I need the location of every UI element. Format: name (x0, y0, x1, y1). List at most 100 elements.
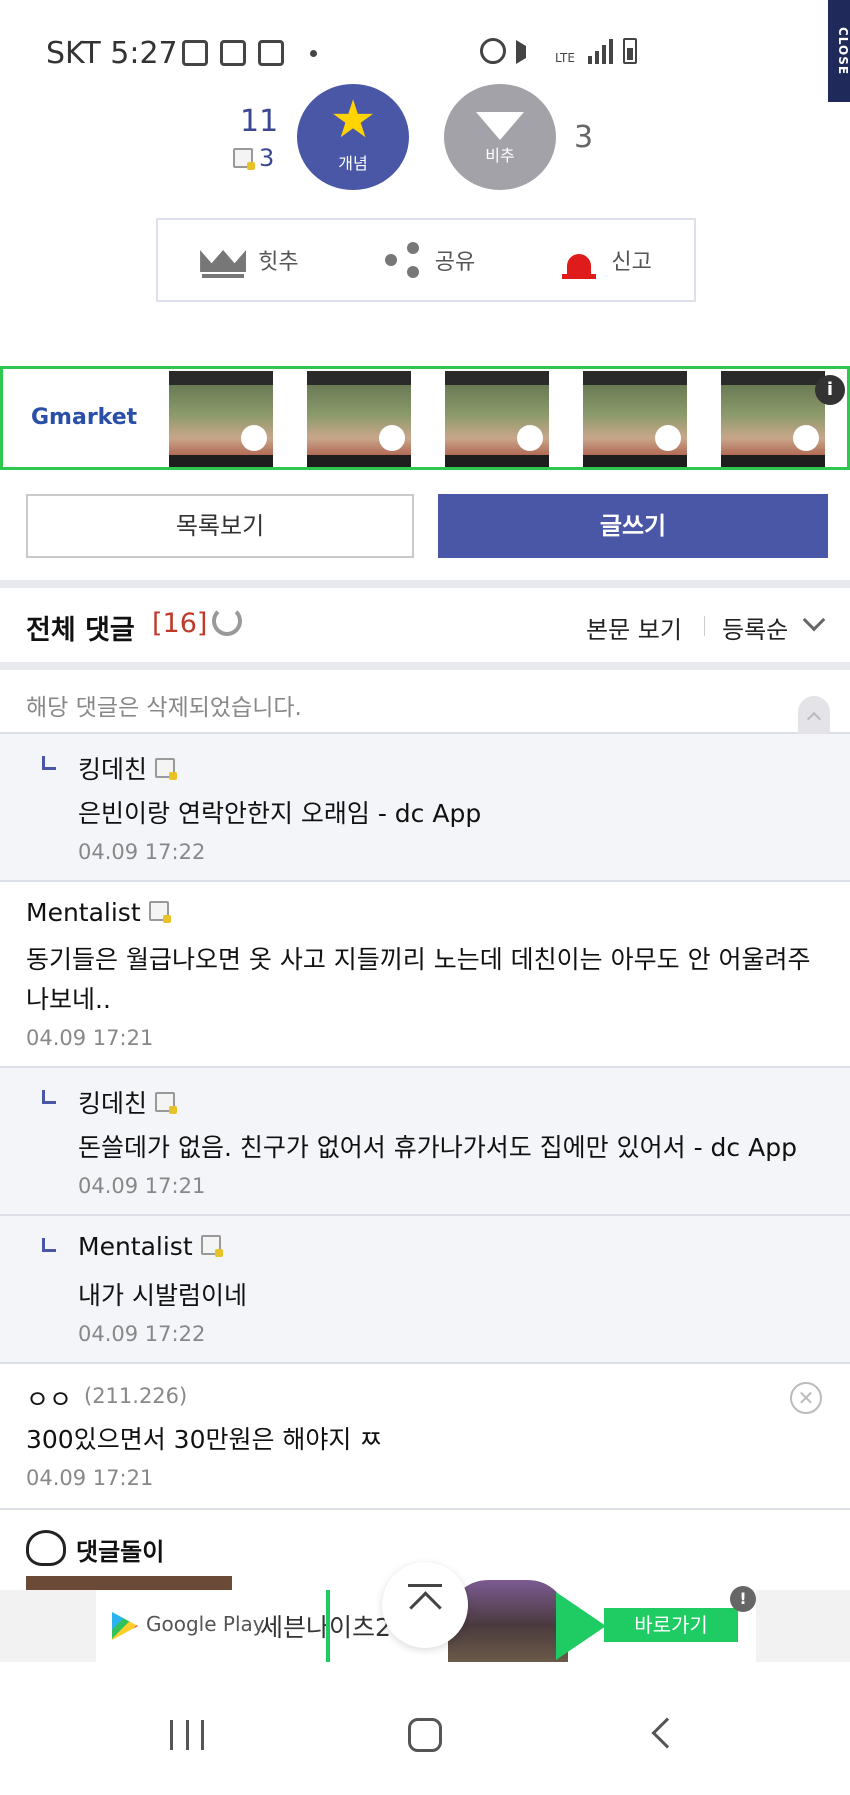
comment-title: 전체 댓글 (26, 615, 135, 646)
comment-date: 04.09 17:22 (78, 840, 206, 864)
crown-icon (200, 242, 246, 278)
comment-reply: 킹데친 은빈이랑 연락안한지 오래임 - dc App 04.09 17:22 (0, 734, 850, 882)
divider (704, 616, 705, 636)
star-icon: ★ (329, 90, 377, 150)
reply-indicator-icon (42, 756, 56, 770)
refresh-icon[interactable] (212, 606, 242, 636)
ad-notice-icon[interactable]: ! (730, 1586, 756, 1612)
gmarket-ad-banner[interactable]: Gmarket i (0, 366, 850, 470)
gmarket-logo: Gmarket (31, 405, 138, 430)
comment-author[interactable]: Mentalist (26, 898, 171, 927)
dumpling-mascot-icon (26, 1530, 66, 1566)
comment: ㅇㅇ (211.226) ✕ 300있으면서 30만원은 해야지 ㅉ 04.09… (0, 1364, 850, 1510)
ad-product-tile[interactable] (583, 371, 687, 467)
clock-app-icon (258, 40, 284, 66)
signal-icon (588, 38, 613, 64)
view-body-button[interactable]: 본문 보기 (586, 610, 682, 645)
ad-close-button[interactable]: CLOSE (828, 0, 850, 102)
write-post-button[interactable]: 글쓰기 (438, 494, 828, 558)
cart-icon (655, 425, 681, 451)
sort-dropdown[interactable]: 등록순 (722, 610, 788, 645)
scroll-to-top-button[interactable] (382, 1562, 468, 1648)
alarm-icon (480, 38, 506, 64)
ad-product-tile[interactable] (721, 371, 825, 467)
report-button[interactable]: 신고 (559, 240, 652, 280)
upvote-button[interactable]: ★ 개념 (297, 84, 409, 190)
comment-body: 내가 시발럼이네 (78, 1281, 247, 1310)
status-system-icons: LTE (480, 38, 637, 64)
status-bar: SKT 5:27 LTE (0, 0, 850, 84)
comment-ip: (211.226) (84, 1384, 188, 1408)
lte-icon: LTE (555, 51, 575, 65)
chevron-down-icon[interactable] (802, 608, 826, 632)
comment-author[interactable]: 킹데친 (78, 750, 177, 786)
google-play-icon (112, 1612, 138, 1640)
battery-icon (623, 38, 637, 64)
delete-comment-icon[interactable]: ✕ (790, 1382, 822, 1414)
comment: Mentalist 동기들은 월급나오면 옷 사고 지들끼리 노는데 데친이는 … (0, 882, 850, 1068)
ad-accent-line (326, 1590, 330, 1662)
report-label: 신고 (611, 250, 652, 275)
post-action-bar: 힛추 공유 신고 (156, 218, 696, 302)
comment-body: 동기들은 월급나오면 옷 사고 지들끼리 노는데 데친이는 아무도 안 어울려주… (26, 945, 811, 1014)
deleted-comment-text: 해당 댓글은 삭제되었습니다. (26, 695, 302, 721)
reply-indicator-icon (42, 1238, 56, 1252)
status-notification-icons (182, 40, 317, 66)
list-view-button[interactable]: 목록보기 (26, 494, 414, 558)
upvote-label: 개념 (338, 154, 368, 173)
section-divider (0, 580, 850, 588)
reply-indicator-icon (42, 1090, 56, 1104)
comment-date: 04.09 17:22 (78, 1322, 206, 1346)
ad-info-icon[interactable]: i (815, 375, 845, 405)
hit-recommend-button[interactable]: 힛추 (200, 242, 299, 278)
fixed-upvote-count: 3 (233, 144, 274, 172)
status-carrier-time: SKT 5:27 (46, 36, 178, 71)
comment-body: 은빈이랑 연락안한지 오래임 - dc App (78, 799, 482, 828)
share-icon (383, 240, 423, 280)
downvote-count: 3 (574, 120, 594, 155)
siren-icon (559, 240, 599, 280)
comment-bot-label: 댓글돌이 (76, 1538, 165, 1566)
comment-body: 돈쓸데가 없음. 친구가 없어서 휴가나가서도 집에만 있어서 - dc App (78, 1133, 797, 1162)
fixed-user-icon (148, 901, 171, 923)
fixed-user-icon (200, 1235, 223, 1257)
upvote-count: 11 (240, 104, 279, 139)
comment-date: 04.09 17:21 (26, 1466, 154, 1490)
cart-icon (241, 425, 267, 451)
comment-author[interactable]: 킹데친 (78, 1084, 177, 1120)
google-play-label: Google Play (146, 1612, 265, 1636)
fixed-user-icon (154, 758, 177, 780)
comment-date: 04.09 17:21 (26, 1026, 154, 1050)
mute-icon (516, 40, 542, 64)
section-divider (0, 662, 850, 670)
ad-product-tile[interactable] (445, 371, 549, 467)
downvote-label: 비추 (485, 146, 515, 165)
bot-thumbnail[interactable] (26, 1576, 232, 1590)
ad-play-shape (556, 1592, 606, 1660)
system-nav-bar (0, 1680, 850, 1795)
cart-icon (517, 425, 543, 451)
comment-reply: 킹데친 돈쓸데가 없음. 친구가 없어서 휴가나가서도 집에만 있어서 - dc… (0, 1068, 850, 1216)
cart-icon (379, 425, 405, 451)
comment-reply: Mentalist 내가 시발럼이네 04.09 17:22 (0, 1216, 850, 1364)
comment-author[interactable]: ㅇㅇ (26, 1380, 72, 1416)
back-button[interactable] (651, 1717, 683, 1749)
vote-area: 11 3 ★ 개념 비추 3 (0, 84, 850, 190)
recent-apps-button[interactable] (170, 1720, 204, 1750)
comment-body: 300있으면서 30만원은 해야지 ㅉ (26, 1425, 383, 1454)
ad-product-tile[interactable] (307, 371, 411, 467)
fixed-user-icon (154, 1092, 177, 1114)
downvote-button[interactable]: 비추 (444, 84, 556, 190)
gallery-icon (182, 40, 208, 66)
ad-cta-button[interactable]: 바로가기 (604, 1608, 738, 1642)
comment-author[interactable]: Mentalist (78, 1232, 223, 1261)
ad-product-tile[interactable] (169, 371, 273, 467)
flash-off-icon (220, 40, 246, 66)
home-button[interactable] (408, 1718, 442, 1752)
more-notifications-icon (310, 49, 317, 57)
comment-header: 전체 댓글 [16] 본문 보기 등록순 (0, 592, 850, 662)
share-button[interactable]: 공유 (383, 240, 475, 280)
comment-date: 04.09 17:21 (78, 1174, 206, 1198)
down-arrow-icon (476, 112, 524, 140)
cart-icon (793, 425, 819, 451)
